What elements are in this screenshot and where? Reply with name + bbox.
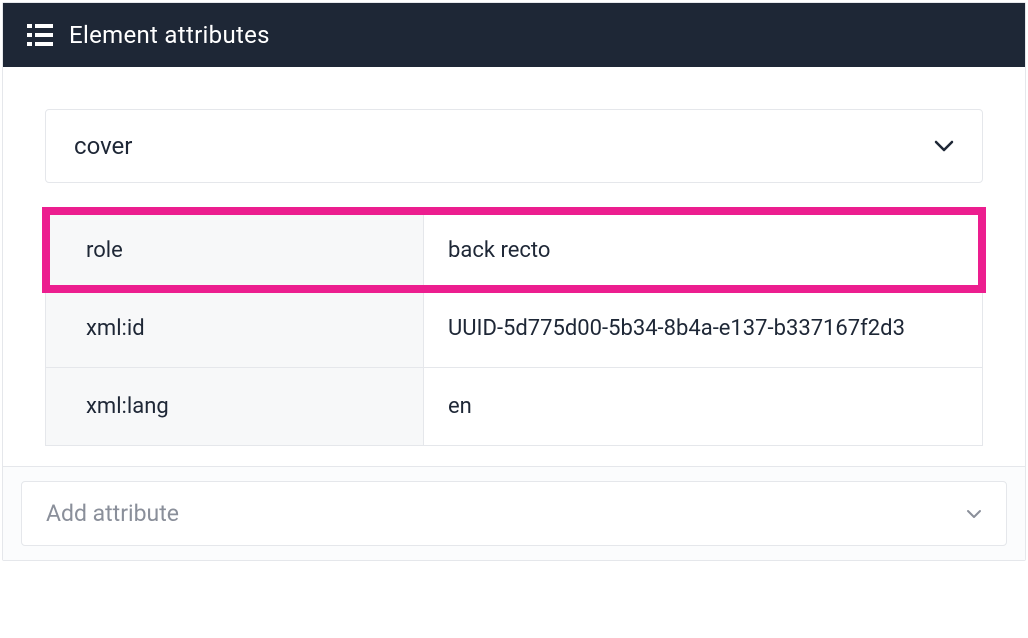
add-attribute-label: Add attribute bbox=[46, 500, 179, 527]
attribute-value: UUID-5d775d00-5b34-8b4a-e137-b337167f2d3 bbox=[424, 290, 982, 367]
attribute-name: role bbox=[46, 212, 424, 289]
panel-header: Element attributes bbox=[3, 3, 1025, 67]
chevron-down-icon bbox=[966, 504, 982, 523]
panel-content: cover role back recto xml:id UUID-5d775d… bbox=[3, 67, 1025, 466]
add-attribute-select[interactable]: Add attribute bbox=[21, 481, 1007, 546]
element-select[interactable]: cover bbox=[45, 109, 983, 183]
attribute-row[interactable]: role back recto bbox=[46, 211, 982, 289]
attribute-name: xml:lang bbox=[46, 368, 424, 445]
chevron-down-icon bbox=[934, 137, 954, 156]
attributes-table: role back recto xml:id UUID-5d775d00-5b3… bbox=[45, 211, 983, 446]
attribute-value: back recto bbox=[424, 212, 982, 289]
attribute-row[interactable]: xml:id UUID-5d775d00-5b34-8b4a-e137-b337… bbox=[46, 289, 982, 367]
panel-title: Element attributes bbox=[69, 21, 270, 49]
element-select-value: cover bbox=[74, 132, 132, 160]
element-attributes-panel: Element attributes cover role back recto… bbox=[2, 2, 1026, 561]
panel-footer: Add attribute bbox=[3, 466, 1025, 560]
list-icon bbox=[27, 24, 53, 46]
attribute-value: en bbox=[424, 368, 982, 445]
attribute-row[interactable]: xml:lang en bbox=[46, 367, 982, 445]
attribute-name: xml:id bbox=[46, 290, 424, 367]
